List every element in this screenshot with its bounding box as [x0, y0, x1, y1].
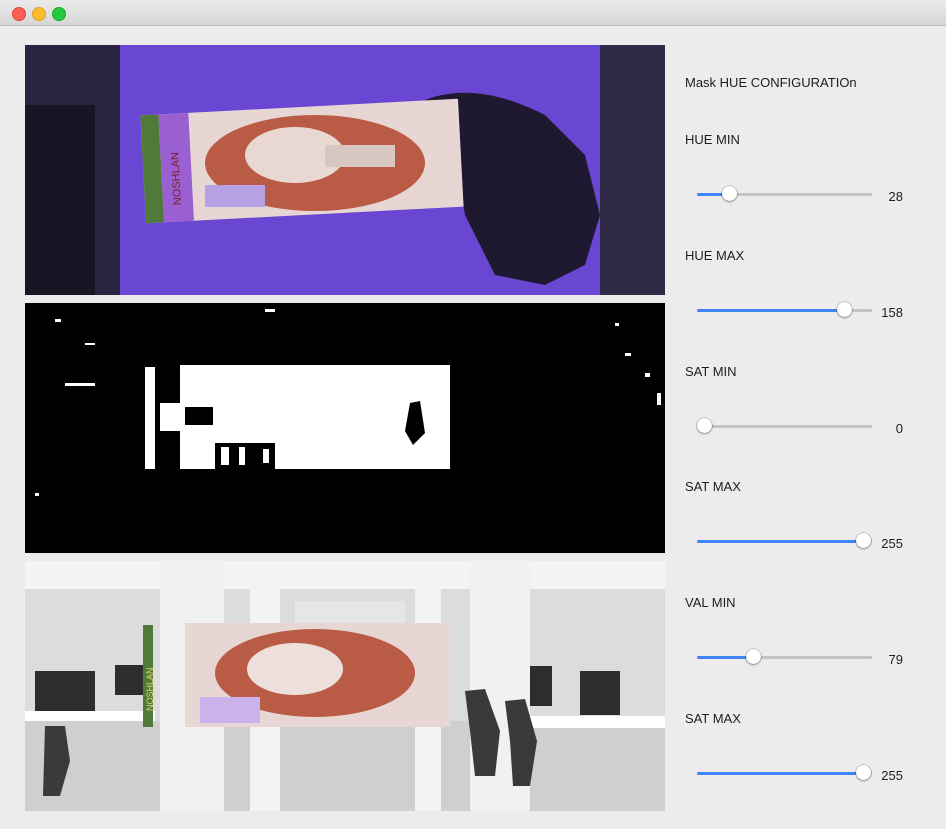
slider-fill	[697, 540, 864, 543]
slider-knob[interactable]	[721, 186, 737, 201]
slider-knob[interactable]	[746, 649, 762, 664]
val-max-value: 255	[881, 768, 903, 783]
hue-min-label: HUE MIN	[685, 132, 740, 147]
hue-min-value: 28	[888, 189, 903, 204]
camera-feed-image: NOSHLAN	[25, 45, 665, 295]
hue-max-slider[interactable]	[697, 301, 872, 321]
slider-knob[interactable]	[837, 302, 853, 317]
hue-max-label: HUE MAX	[685, 248, 745, 263]
val-min-value: 79	[888, 652, 903, 667]
minimize-window-button[interactable]	[32, 7, 46, 21]
sat-min-slider[interactable]	[697, 417, 872, 437]
slider-knob[interactable]	[856, 765, 871, 780]
val-max-slider[interactable]	[697, 764, 872, 784]
hue-max-value: 158	[881, 305, 903, 320]
window-content: NOSHLAN NOSHLAN Mask HUE CONFIGURATIOn H…	[0, 26, 946, 829]
val-max-label: SAT MAX	[685, 711, 741, 726]
slider-knob[interactable]	[856, 533, 871, 548]
result-box-brand-text: NOSHLAN	[145, 667, 155, 711]
window-title-bar	[0, 0, 946, 26]
sat-min-label: SAT MIN	[685, 364, 737, 379]
val-min-label: VAL MIN	[685, 595, 736, 610]
sat-max-value: 255	[881, 536, 903, 551]
mask-image	[25, 303, 665, 553]
panel-title: Mask HUE CONFIGURATIOn	[685, 75, 857, 90]
zoom-window-button[interactable]	[52, 7, 66, 21]
result-image: NOSHLAN	[25, 561, 665, 811]
slider-fill	[697, 772, 864, 775]
sat-max-slider[interactable]	[697, 532, 872, 552]
sat-min-value: 0	[895, 421, 903, 436]
close-window-button[interactable]	[12, 7, 26, 21]
sat-max-label: SAT MAX	[685, 479, 741, 494]
slider-knob[interactable]	[697, 418, 712, 433]
slider-fill	[697, 309, 846, 312]
slider-track	[697, 425, 872, 428]
val-min-slider[interactable]	[697, 648, 872, 668]
hue-min-slider[interactable]	[697, 185, 872, 205]
